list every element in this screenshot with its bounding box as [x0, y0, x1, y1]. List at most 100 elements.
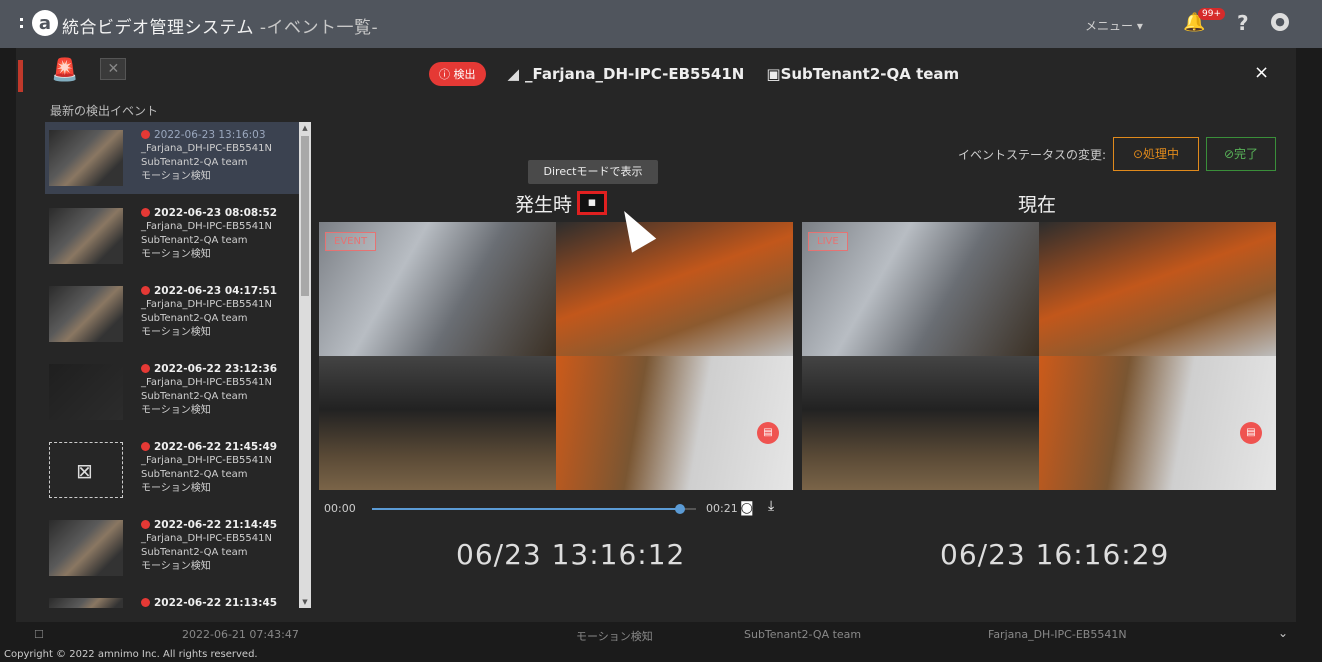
alert-dot-icon [141, 130, 150, 139]
event-list: 2022-06-23 13:16:03 _Farjana_DH-IPC-EB55… [45, 122, 301, 608]
event-list-item[interactable]: 2022-06-22 23:12:36 _Farjana_DH-IPC-EB55… [45, 356, 301, 428]
seek-bar-knob[interactable] [674, 504, 685, 514]
scroll-down-icon[interactable]: ▼ [301, 598, 309, 606]
direct-mode-camera-icon[interactable]: ▪ [577, 191, 607, 215]
event-thumbnail: ⊠ [49, 442, 123, 498]
chevron-down-icon[interactable]: ⌄ [1278, 626, 1288, 640]
occurrence-title: 発生時 [515, 194, 573, 216]
help-icon[interactable]: ? [1237, 11, 1249, 35]
processing-button[interactable]: ⊙処理中 [1113, 137, 1199, 171]
direct-mode-tooltip: Directモードで表示 [528, 160, 658, 184]
event-camera: _Farjana_DH-IPC-EB5541N [141, 455, 272, 466]
user-icon[interactable]: ● [1271, 13, 1289, 31]
event-list-item[interactable]: ⊠ 2022-06-22 21:45:49 _Farjana_DH-IPC-EB… [45, 434, 301, 506]
alert-dot-icon [141, 520, 150, 529]
subtitle-icon[interactable]: ▤ [757, 422, 779, 444]
bottom-type: モーション検知 [576, 630, 653, 643]
download-icon[interactable]: ⤓ [768, 498, 774, 514]
seek-bar-fill [372, 508, 680, 510]
event-list-item[interactable]: 2022-06-23 13:16:03 _Farjana_DH-IPC-EB55… [45, 122, 301, 194]
event-camera: _Farjana_DH-IPC-EB5541N [141, 221, 272, 232]
event-datetime: 2022-06-22 21:13:45 [154, 597, 278, 608]
seek-bar[interactable] [372, 504, 696, 514]
scrollbar-thumb[interactable] [301, 136, 309, 296]
detection-label: 検出 [453, 68, 476, 81]
bottom-camera: Farjana_DH-IPC-EB5541N [988, 628, 1127, 641]
snapshot-camera-icon[interactable]: ◙ [740, 500, 754, 516]
event-camera: _Farjana_DH-IPC-EB5541N [141, 377, 272, 388]
occurrence-timestamp: 06/23 13:16:12 [456, 538, 686, 571]
bottom-datetime: 2022-06-21 07:43:47 [182, 628, 299, 641]
event-thumbnail [49, 598, 123, 608]
app-subtitle: -イベント一覧- [254, 18, 379, 38]
current-timestamp: 06/23 16:16:29 [940, 538, 1170, 571]
logo-dots-icon [20, 18, 26, 28]
event-tenant: SubTenant2-QA team [141, 313, 248, 324]
event-type: モーション検知 [141, 561, 211, 572]
event-tag: EVENT [325, 232, 377, 251]
event-camera: _Farjana_DH-IPC-EB5541N [141, 299, 272, 310]
logo-icon: a [32, 10, 58, 36]
live-video[interactable]: LIVE ▤ [802, 222, 1276, 490]
alert-dot-icon [141, 442, 150, 451]
alert-dot-icon [141, 286, 150, 295]
subtitle-icon[interactable]: ▤ [1240, 422, 1262, 444]
menu-dropdown[interactable]: メニュー ▾ [1085, 17, 1143, 34]
close-icon[interactable]: × [1254, 62, 1269, 83]
siren-off-icon[interactable]: ✕ [100, 58, 127, 80]
event-tenant: SubTenant2-QA team [141, 547, 248, 558]
status-change-label: イベントステータスの変更: [958, 148, 1107, 162]
done-label: 完了 [1234, 147, 1259, 161]
event-type: モーション検知 [141, 405, 211, 416]
processing-label: 処理中 [1143, 147, 1180, 161]
event-list-scrollbar[interactable]: ▲ ▼ [299, 122, 311, 608]
checkbox-icon[interactable]: ☐ [34, 628, 44, 641]
event-datetime: 2022-06-22 21:14:45 [154, 519, 278, 531]
background-list-row: ☐ 2022-06-21 07:43:47 モーション検知 SubTenant2… [0, 622, 1322, 662]
event-list-item[interactable]: 2022-06-23 04:17:51 _Farjana_DH-IPC-EB55… [45, 278, 301, 350]
alert-dot-icon [141, 364, 150, 373]
video-quadrant [802, 356, 1039, 490]
event-type: モーション検知 [141, 327, 211, 338]
modal-accent-bar [18, 60, 23, 92]
current-title: 現在 [1018, 194, 1057, 216]
header-tenant-name: SubTenant2-QA team [780, 65, 960, 83]
event-datetime: 2022-06-23 08:08:52 [154, 207, 278, 219]
header-camera-name: _Farjana_DH-IPC-EB5541N [525, 65, 745, 83]
alert-dot-icon [141, 598, 150, 607]
event-datetime: 2022-06-23 13:16:03 [154, 129, 266, 141]
event-list-item[interactable]: 2022-06-22 21:14:45 _Farjana_DH-IPC-EB55… [45, 512, 301, 584]
tenant-icon: ▣ [766, 65, 781, 83]
event-type: モーション検知 [141, 483, 211, 494]
event-datetime: 2022-06-22 21:45:49 [154, 441, 278, 453]
app-logo[interactable]: a [20, 10, 58, 36]
siren-on-icon[interactable]: 🚨 [51, 58, 78, 83]
scroll-up-icon[interactable]: ▲ [301, 124, 309, 132]
detection-badge: ⓘ 検出 [429, 62, 486, 86]
notification-badge: 99+ [1198, 8, 1225, 20]
event-thumbnail [49, 208, 123, 264]
event-tenant: SubTenant2-QA team [141, 469, 248, 480]
event-camera: _Farjana_DH-IPC-EB5541N [141, 143, 272, 154]
sidebar-heading: 最新の検出イベント [50, 104, 159, 118]
event-tenant: SubTenant2-QA team [141, 235, 248, 246]
live-tag: LIVE [808, 232, 848, 251]
video-quadrant [1039, 356, 1276, 490]
event-thumbnail [49, 130, 123, 186]
event-list-item[interactable]: 2022-06-23 08:08:52 _Farjana_DH-IPC-EB55… [45, 200, 301, 272]
seek-end-time: 00:21 [706, 502, 738, 515]
event-sidebar: 🚨 ✕ 最新の検出イベント 2022-06-23 13:16:03 _Farja… [45, 50, 315, 610]
event-video[interactable]: EVENT ▤ [319, 222, 793, 490]
event-datetime: 2022-06-23 04:17:51 [154, 285, 278, 297]
video-quadrant [319, 356, 556, 490]
app-title: 統合ビデオ管理システム -イベント一覧- [62, 13, 378, 38]
event-tenant: SubTenant2-QA team [141, 157, 248, 168]
app-title-text: 統合ビデオ管理システム [62, 18, 254, 38]
alert-dot-icon [141, 208, 150, 217]
video-quadrant [556, 356, 793, 490]
alarm-toggle-group: 🚨 ✕ [51, 58, 127, 83]
event-list-item[interactable]: 2022-06-22 21:13:45 [45, 590, 301, 608]
done-button[interactable]: ⊘完了 [1206, 137, 1276, 171]
event-datetime: 2022-06-22 23:12:36 [154, 363, 278, 375]
event-tenant: SubTenant2-QA team [141, 391, 248, 402]
